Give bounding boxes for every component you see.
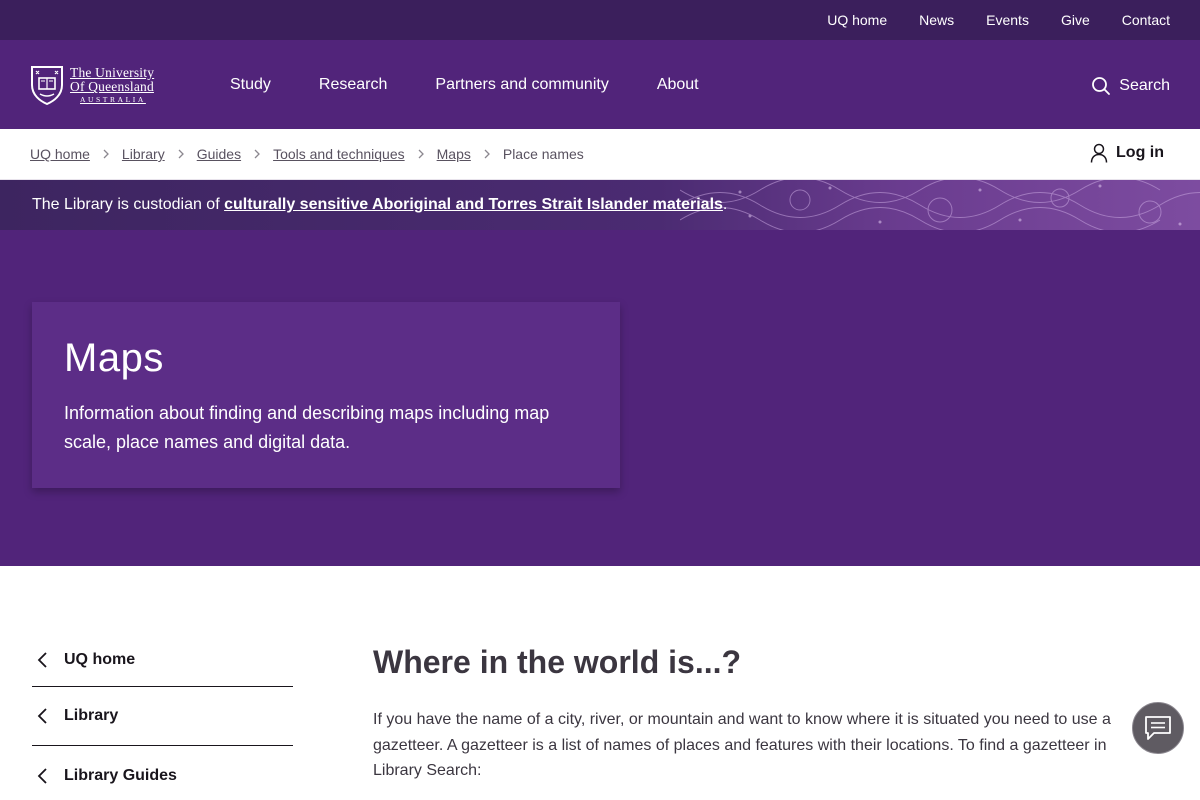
utility-bar: UQ home News Events Give Contact [0, 0, 1200, 40]
chat-icon [1145, 716, 1171, 740]
search-icon [1092, 77, 1111, 95]
chevron-right-icon [253, 149, 261, 159]
chevron-left-icon [37, 652, 47, 668]
chevron-right-icon [102, 149, 110, 159]
site-header: The University Of Queensland AUSTRALIA S… [0, 40, 1200, 129]
utility-link-news[interactable]: News [919, 12, 954, 28]
utility-link-uq-home[interactable]: UQ home [827, 12, 887, 28]
chevron-right-icon [177, 149, 185, 159]
search-label: Search [1119, 77, 1170, 94]
hero-banner: Maps Information about finding and descr… [0, 230, 1200, 566]
side-nav-label: Library [64, 707, 119, 724]
chevron-left-icon [37, 708, 47, 724]
utility-link-give[interactable]: Give [1061, 12, 1090, 28]
breadcrumb: UQ home Library Guides Tools and techniq… [30, 146, 584, 162]
logo-line-3: AUSTRALIA [80, 94, 146, 104]
chevron-right-icon [417, 149, 425, 159]
side-nav-label: UQ home [64, 651, 136, 668]
page-title: Maps [64, 336, 164, 380]
main-nav-research[interactable]: Research [319, 76, 387, 94]
uq-crest-icon [31, 65, 63, 105]
acknowledgement-suffix: . [722, 196, 728, 213]
chat-button[interactable] [1132, 702, 1184, 754]
page-description: Information about finding and describing… [64, 403, 550, 452]
breadcrumb-current: Place names [502, 146, 584, 162]
main-column: Where in the world is...? If you have th… [373, 644, 1143, 784]
utility-link-contact[interactable]: Contact [1122, 12, 1170, 28]
breadcrumb-row: UQ home Library Guides Tools and techniq… [0, 129, 1200, 180]
user-icon [1090, 143, 1108, 163]
indigenous-artwork-pattern [680, 180, 1200, 230]
side-nav-label: Library Guides [64, 766, 177, 784]
cultural-materials-link[interactable]: culturally sensitive Aboriginal and Torr… [224, 196, 723, 213]
uq-logo[interactable]: The University Of Queensland AUSTRALIA [30, 65, 182, 105]
logo-line-1: The University [70, 64, 155, 80]
acknowledgement-prefix: The Library is custodian of [32, 196, 225, 213]
chevron-right-icon [483, 149, 491, 159]
section-paragraph: If you have the name of a city, river, o… [373, 711, 1111, 779]
breadcrumb-tools-and-techniques[interactable]: Tools and techniques [273, 146, 405, 162]
main-nav-about[interactable]: About [657, 76, 699, 94]
main-nav: Study Research Partners and community Ab… [230, 76, 747, 94]
main-nav-study[interactable]: Study [230, 76, 271, 94]
breadcrumb-guides[interactable]: Guides [197, 146, 241, 162]
utility-link-events[interactable]: Events [986, 12, 1029, 28]
breadcrumb-library[interactable]: Library [122, 146, 165, 162]
side-nav-library-guides[interactable]: Library Guides [32, 746, 293, 800]
acknowledgement-banner: The Library is custodian of culturally s… [0, 180, 1200, 230]
logo-line-2: Of Queensland [70, 79, 154, 95]
breadcrumb-maps[interactable]: Maps [437, 146, 471, 162]
side-nav: UQ home Library Library Guides [32, 634, 293, 800]
logo-wordmark: The University Of Queensland AUSTRALIA [70, 66, 154, 104]
chevron-left-icon [37, 767, 47, 784]
hero-card: Maps Information about finding and descr… [32, 302, 620, 488]
main-nav-partners[interactable]: Partners and community [435, 76, 608, 94]
login-label: Log in [1116, 144, 1164, 161]
login-button[interactable]: Log in [1090, 143, 1164, 163]
acknowledgement-text: The Library is custodian of culturally s… [32, 196, 727, 214]
side-nav-library[interactable]: Library [32, 687, 293, 746]
side-nav-uq-home[interactable]: UQ home [32, 634, 293, 687]
section-heading: Where in the world is...? [373, 644, 742, 680]
breadcrumb-uq-home[interactable]: UQ home [30, 146, 90, 162]
content-area: UQ home Library Library Guides Where in … [0, 566, 1200, 800]
search-button[interactable]: Search [1091, 76, 1170, 96]
